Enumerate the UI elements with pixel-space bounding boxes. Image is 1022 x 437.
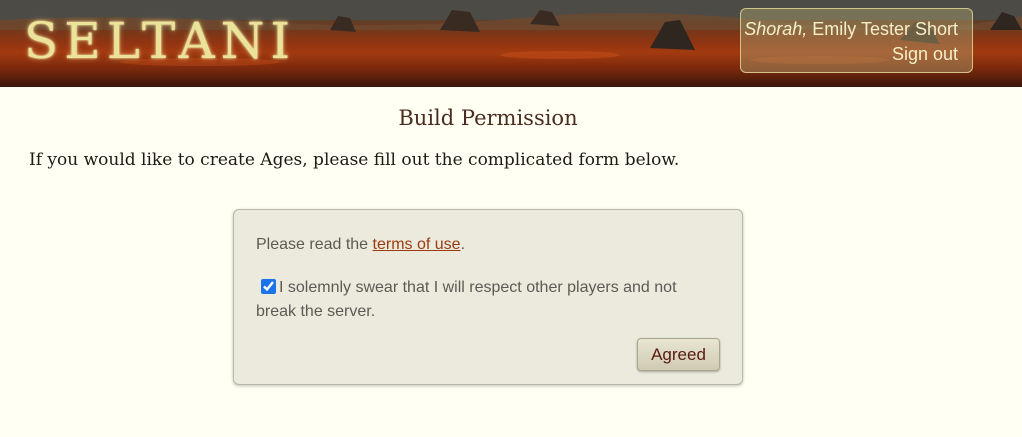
terms-of-use-link[interactable]: terms of use <box>373 236 461 253</box>
greeting-text: Shorah, <box>744 19 808 39</box>
oath-label[interactable]: I solemnly swear that I will respect oth… <box>256 279 677 320</box>
agreed-button[interactable]: Agreed <box>637 338 720 371</box>
terms-suffix: . <box>460 236 466 253</box>
oath-row: I solemnly swear that I will respect oth… <box>256 276 716 324</box>
site-header: SELTANI Shorah, Emily Tester Short Sign … <box>0 0 1022 87</box>
terms-prefix: Please read the <box>256 236 373 253</box>
site-logo[interactable]: SELTANI <box>24 12 296 70</box>
oath-checkbox[interactable] <box>261 279 276 294</box>
terms-notice: Please read the terms of use. <box>256 236 465 254</box>
permission-form: Please read the terms of use. I solemnly… <box>233 209 743 385</box>
user-line: Shorah, Emily Tester Short <box>741 17 958 42</box>
intro-text: If you would like to create Ages, please… <box>29 150 680 170</box>
user-box: Shorah, Emily Tester Short Sign out <box>740 8 973 73</box>
page-title: Build Permission <box>398 106 578 130</box>
sign-out-link[interactable]: Sign out <box>741 42 958 67</box>
user-name: Emily Tester Short <box>812 19 958 39</box>
